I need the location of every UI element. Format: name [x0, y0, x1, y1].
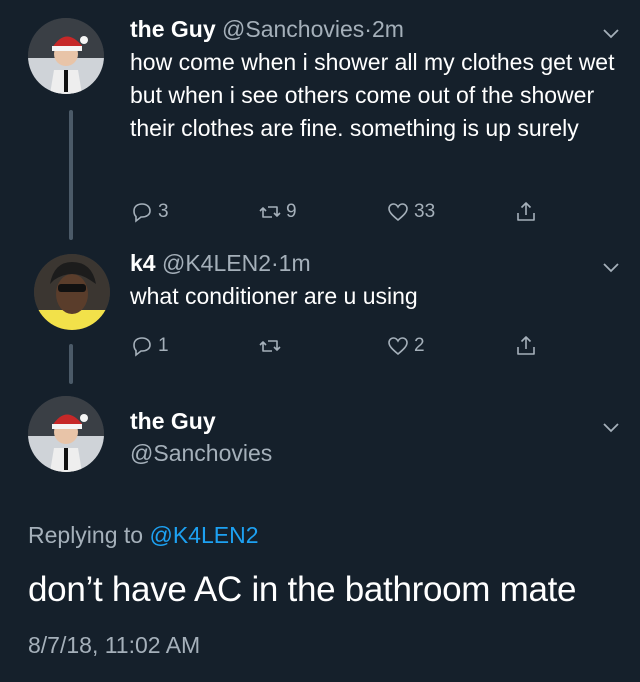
like-count: 2	[414, 335, 425, 356]
retweet-icon	[259, 206, 281, 218]
retweet-icon	[259, 340, 281, 352]
thread-line	[69, 344, 73, 384]
like-count: 33	[414, 201, 436, 222]
replying-to-link[interactable]: @K4LEN2	[149, 522, 258, 548]
share-icon	[517, 202, 535, 221]
tweet-actions: 1 2	[130, 334, 550, 362]
retweet-button[interactable]: 9	[258, 200, 297, 224]
display-name[interactable]: the Guy	[130, 408, 216, 435]
share-button[interactable]	[514, 334, 538, 358]
chevron-down-icon[interactable]	[602, 258, 620, 276]
reply-button[interactable]: 1	[130, 334, 169, 358]
chevron-down-icon[interactable]	[602, 24, 620, 42]
main-tweet-text: don’t have AC in the bathroom mate	[28, 570, 577, 609]
reply-button[interactable]: 3	[130, 200, 169, 224]
tweet[interactable]: k4 @K4LEN2·1m what conditioner are u usi…	[130, 248, 620, 313]
reply-icon	[133, 203, 151, 223]
tweet[interactable]: the Guy @Sanchovies·2m how come when i s…	[130, 14, 620, 145]
display-name[interactable]: k4	[130, 250, 156, 276]
chevron-down-icon[interactable]	[602, 418, 620, 436]
display-name[interactable]: the Guy	[130, 16, 216, 42]
username[interactable]: @Sanchovies	[222, 16, 364, 42]
reply-count: 1	[158, 335, 169, 356]
thread-line	[69, 110, 73, 240]
replying-prefix: Replying to	[28, 522, 150, 548]
username[interactable]: @Sanchovies	[130, 440, 272, 467]
like-button[interactable]: 33	[386, 200, 435, 224]
separator: ·	[364, 16, 372, 42]
reply-icon	[133, 337, 151, 357]
retweet-count: 9	[286, 201, 297, 222]
replying-to: Replying to @K4LEN2	[28, 522, 258, 549]
tweet-header: the Guy @Sanchovies·2m	[130, 14, 620, 44]
like-button[interactable]: 2	[386, 334, 425, 358]
username[interactable]: @K4LEN2	[162, 250, 271, 276]
reply-count: 3	[158, 201, 169, 222]
tweet-text: how come when i shower all my clothes ge…	[130, 49, 615, 141]
timestamp[interactable]: 1m	[279, 250, 311, 276]
avatar[interactable]	[34, 254, 110, 330]
tweet-text: what conditioner are u using	[130, 283, 418, 309]
tweet-timestamp[interactable]: 8/7/18, 11:02 AM	[28, 632, 200, 659]
avatar[interactable]	[28, 18, 104, 94]
heart-icon	[388, 203, 408, 222]
retweet-button[interactable]	[258, 334, 286, 358]
timestamp[interactable]: 2m	[372, 16, 404, 42]
avatar[interactable]	[28, 396, 104, 472]
share-button[interactable]	[514, 200, 538, 224]
share-icon	[517, 336, 535, 355]
separator: ·	[271, 250, 279, 276]
tweet-header: k4 @K4LEN2·1m	[130, 248, 620, 278]
tweet-actions: 3 9 33	[130, 200, 550, 228]
heart-icon	[388, 337, 408, 356]
